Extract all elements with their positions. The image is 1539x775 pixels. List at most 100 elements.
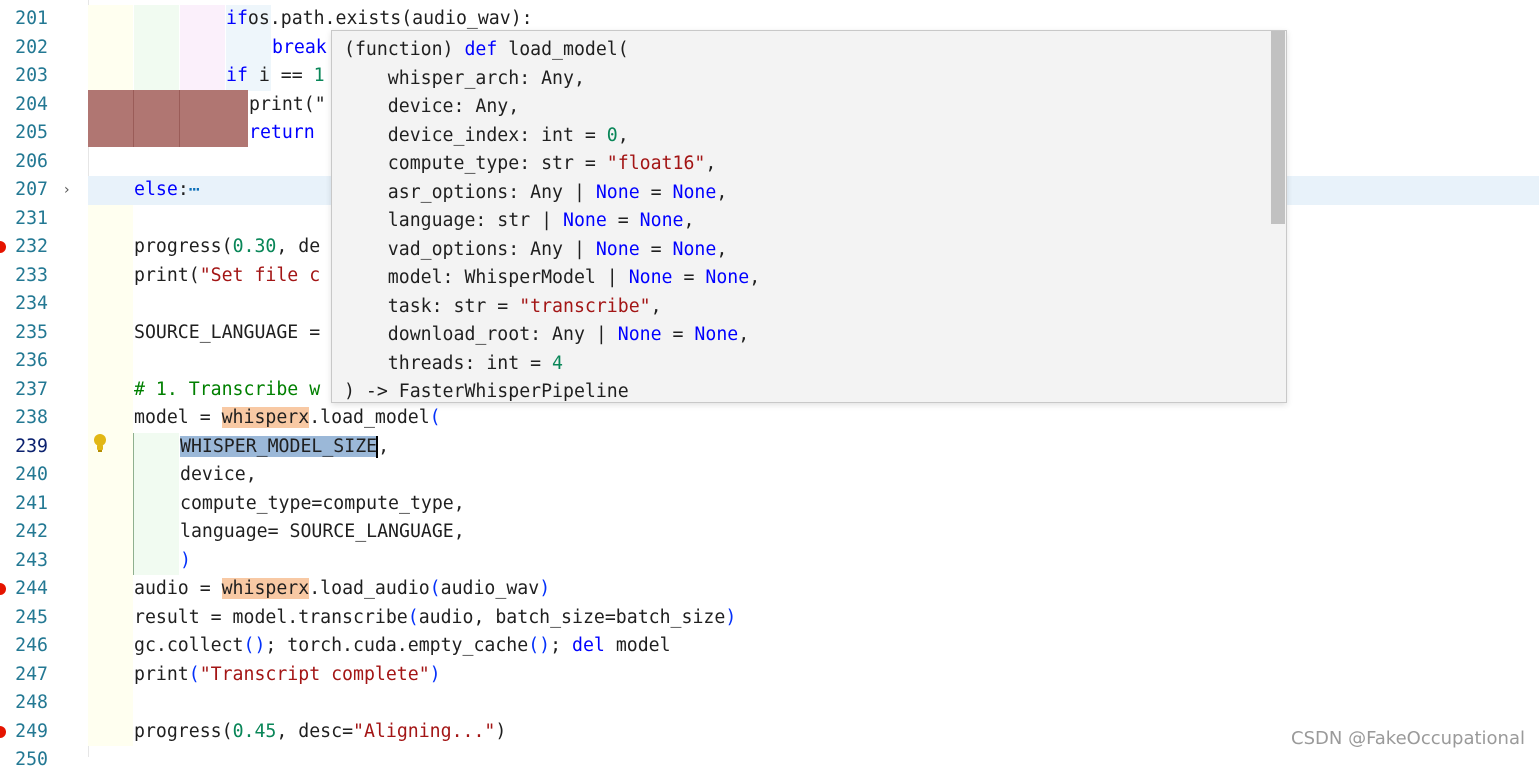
code-token: ( <box>429 407 441 428</box>
code-token: load_model( <box>497 39 629 60</box>
code-token: threads: int = <box>344 352 553 374</box>
code-text[interactable]: break <box>272 34 327 63</box>
code-text[interactable]: SOURCE_LANGUAGE = <box>134 319 320 348</box>
code-token: , <box>738 324 750 345</box>
fold-chevron-icon[interactable]: › <box>64 182 70 198</box>
breakpoint-icon[interactable] <box>0 725 6 738</box>
signature-line: model: WhisperModel | None = None, <box>344 264 760 293</box>
code-token: ( <box>429 578 441 599</box>
tooltip-scrollbar[interactable] <box>1271 31 1285 224</box>
code-token: audio, batch_size=batch_size <box>418 606 726 628</box>
line-number: 233 <box>15 264 48 286</box>
code-line[interactable]: 246 gc.collect(); torch.cuda.empty_cache(… <box>0 632 1539 661</box>
line-number: 204 <box>15 93 48 115</box>
code-token: None <box>672 238 717 260</box>
code-line[interactable]: 238 model = whisperx.load_model( <box>0 404 1539 433</box>
code-text[interactable]: result = model.transcribe(audio, batch_s… <box>134 604 736 633</box>
code-token: = <box>672 267 706 288</box>
code-line[interactable]: 240 device, <box>0 461 1539 490</box>
indent-band <box>88 261 133 290</box>
code-token: language= SOURCE_LANGUAGE, <box>180 521 465 542</box>
line-number: 207 <box>15 179 48 200</box>
signature-line: asr_options: Any | None = None, <box>344 179 760 208</box>
code-text[interactable]: print("Transcript complete") <box>134 661 441 690</box>
code-line[interactable]: 242 language= SOURCE_LANGUAGE, <box>0 518 1539 547</box>
code-text[interactable]: gc.collect(); torch.cuda.empty_cache(); … <box>134 632 671 661</box>
folded-code-ellipsis[interactable]: ⋯ <box>189 179 200 200</box>
signature-line: whisper_arch: Any, <box>344 65 760 94</box>
code-token: "transcribe" <box>519 295 651 317</box>
code-token: "Transcript complete" <box>199 663 430 685</box>
code-token: "Aligning..." <box>353 720 496 742</box>
line-number: 236 <box>15 350 48 371</box>
code-text[interactable]: print("Set file c <box>134 262 320 291</box>
line-number: 247 <box>15 663 48 685</box>
code-text[interactable]: progress(0.45, desc="Aligning...") <box>134 718 506 747</box>
code-token: progress( <box>134 720 233 742</box>
code-token: gc.collect <box>134 635 244 656</box>
code-token: None <box>705 267 750 288</box>
code-token: device_index: int = <box>344 124 607 146</box>
line-number: 201 <box>15 8 48 29</box>
indent-band <box>88 632 133 661</box>
indent-band <box>226 33 271 62</box>
code-line[interactable]: 247 print("Transcript complete") <box>0 660 1539 690</box>
code-token: "float16" <box>606 153 706 174</box>
code-text[interactable]: language= SOURCE_LANGUAGE, <box>180 518 465 547</box>
indent-band <box>88 575 133 604</box>
code-token: # 1. Transcribe w <box>134 378 321 400</box>
line-number: 237 <box>15 378 48 400</box>
indent-band <box>88 404 133 433</box>
code-text[interactable]: WHISPER_MODEL_SIZE, <box>180 433 389 462</box>
code-text[interactable]: ) <box>180 547 191 576</box>
code-token: None <box>639 210 684 231</box>
indent-band <box>88 347 133 376</box>
code-token: SOURCE_LANGUAGE = <box>134 321 321 343</box>
code-line[interactable]: 239 WHISPER_MODEL_SIZE, <box>0 432 1539 462</box>
code-token: del <box>572 635 605 656</box>
code-token: break <box>272 36 327 58</box>
code-token: () <box>243 635 266 656</box>
lightbulb-icon[interactable] <box>92 433 108 453</box>
signature-line: ) -> FasterWhisperPipeline <box>344 378 760 407</box>
indent-band <box>88 233 133 262</box>
code-token: audio_wav <box>440 578 540 599</box>
line-number: 238 <box>15 407 48 428</box>
code-token: compute_type=compute_type, <box>180 492 465 514</box>
code-token: None <box>672 181 717 203</box>
signature-line: download_root: Any | None = None, <box>344 321 760 350</box>
code-text[interactable]: progress(0.30, de <box>134 233 320 262</box>
indent-band <box>88 546 133 575</box>
line-number: 246 <box>15 635 48 656</box>
code-text[interactable]: device, <box>180 461 257 490</box>
code-text[interactable]: return <box>249 119 315 148</box>
indent-band <box>88 689 133 718</box>
code-text[interactable]: audio = whisperx.load_audio(audio_wav) <box>134 575 550 604</box>
code-token: ) -> FasterWhisperPipeline <box>344 381 629 402</box>
indent-band <box>88 33 133 62</box>
code-line[interactable]: 244 audio = whisperx.load_audio(audio_wav… <box>0 575 1539 604</box>
code-line[interactable]: 243) <box>0 546 1539 576</box>
code-text[interactable]: # 1. Transcribe w <box>134 376 320 405</box>
code-token: , <box>617 124 629 146</box>
breakpoint-icon[interactable] <box>0 583 6 595</box>
code-text[interactable]: else:⋯ <box>134 176 200 205</box>
code-line[interactable]: 245 result = model.transcribe(audio, batc… <box>0 603 1539 633</box>
breakpoint-icon[interactable] <box>0 241 6 253</box>
code-token: asr_options: Any | <box>344 181 596 203</box>
code-text[interactable]: print(" <box>249 91 326 120</box>
code-text[interactable]: model = whisperx.load_model( <box>134 404 441 433</box>
code-line[interactable]: 241 compute_type=compute_type, <box>0 489 1539 519</box>
code-token: = <box>639 238 673 260</box>
indent-band <box>88 660 133 689</box>
code-text[interactable]: compute_type=compute_type, <box>180 490 465 519</box>
code-token: None <box>595 238 640 260</box>
code-line[interactable]: 248 <box>0 689 1539 718</box>
code-line[interactable]: 250 <box>0 746 1539 775</box>
code-token: vad_options: Any | <box>344 238 596 260</box>
code-text[interactable]: if i == 1 <box>226 62 325 91</box>
code-token: if <box>226 65 248 86</box>
signature-line: vad_options: Any | None = None, <box>344 236 760 265</box>
code-token: language: str | <box>344 210 563 231</box>
code-token: , <box>716 181 728 203</box>
